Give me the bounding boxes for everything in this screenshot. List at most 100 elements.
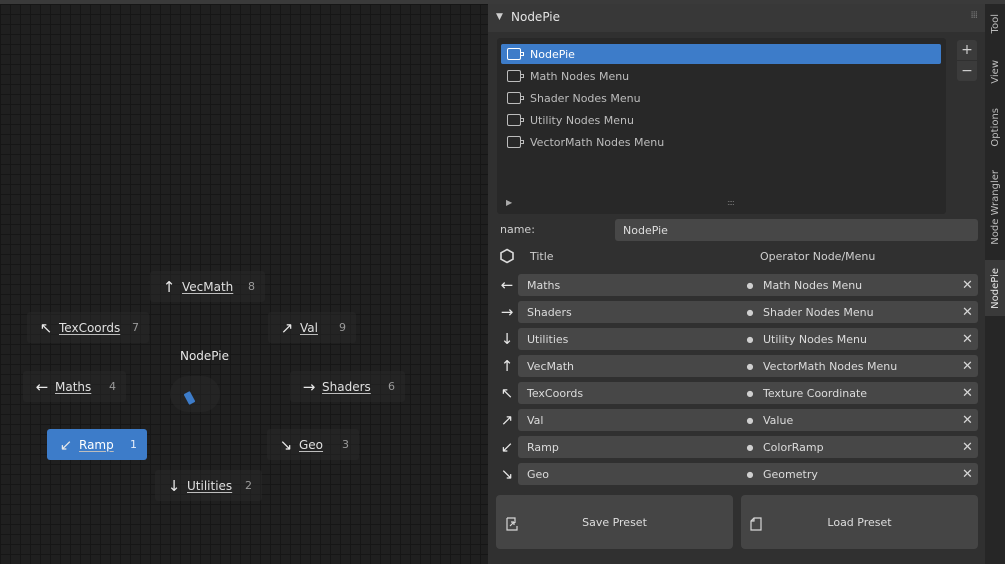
pie-item-number: 3 bbox=[342, 438, 349, 451]
pie-center bbox=[170, 376, 220, 412]
slot-operator-field[interactable]: Utility Nodes Menu bbox=[757, 328, 957, 350]
panel-title: NodePie bbox=[511, 10, 561, 24]
list-item-label: Math Nodes Menu bbox=[530, 69, 630, 83]
operator-column-header: Operator Node/Menu bbox=[760, 250, 876, 263]
pie-item-shaders[interactable]: → Shaders 6 bbox=[290, 371, 405, 402]
name-label: name: bbox=[500, 223, 535, 236]
drag-grip-icon[interactable]: ⁞⁞⁞ bbox=[970, 10, 977, 21]
tab-label: Tool bbox=[989, 14, 1001, 34]
slot-operator-field[interactable]: Value bbox=[757, 409, 957, 431]
slot-operator-field[interactable]: Shader Nodes Menu bbox=[757, 301, 957, 323]
operator-search-icon[interactable]: ● bbox=[743, 274, 757, 296]
pie-item-label: Maths bbox=[55, 379, 92, 394]
list-item[interactable]: Math Nodes Menu bbox=[501, 66, 941, 86]
operator-search-icon[interactable]: ● bbox=[743, 382, 757, 404]
pie-item-texcoords[interactable]: ↖ TexCoords 7 bbox=[27, 312, 149, 343]
arrow-up-left-icon: ↖ bbox=[500, 384, 514, 402]
slot-title-field[interactable]: Geo bbox=[518, 463, 743, 485]
slot-operator-field[interactable]: Geometry bbox=[757, 463, 957, 485]
add-preset-button[interactable]: + bbox=[957, 40, 977, 60]
menu-preset-icon bbox=[507, 48, 524, 60]
node-editor[interactable]: ↑ VecMath 8 ↖ TexCoords 7 ↗ Val 9 NodePi… bbox=[0, 4, 488, 564]
pie-item-val[interactable]: ↗ Val 9 bbox=[268, 312, 356, 343]
list-item-label: NodePie bbox=[530, 47, 575, 61]
clear-slot-button[interactable]: ✕ bbox=[957, 409, 978, 431]
tab-label: View bbox=[989, 60, 1001, 84]
pie-slot-row: ← Maths ● Math Nodes Menu ✕ bbox=[488, 274, 985, 296]
pie-item-number: 1 bbox=[130, 438, 137, 451]
arrow-down-icon: ↓ bbox=[167, 476, 181, 495]
pie-item-label: Ramp bbox=[79, 437, 114, 452]
remove-preset-button[interactable]: − bbox=[957, 61, 977, 81]
clear-slot-button[interactable]: ✕ bbox=[957, 274, 978, 296]
list-item[interactable]: Utility Nodes Menu bbox=[501, 110, 941, 130]
slot-title-field[interactable]: Val bbox=[518, 409, 743, 431]
arrow-left-icon: ← bbox=[500, 276, 514, 294]
arrow-left-icon: ← bbox=[35, 377, 49, 396]
tab-node-wrangler[interactable]: Node Wrangler bbox=[985, 162, 1005, 252]
arrow-right-icon: → bbox=[500, 303, 514, 321]
list-item[interactable]: VectorMath Nodes Menu bbox=[501, 132, 941, 152]
pie-item-label: Shaders bbox=[322, 379, 371, 394]
pie-item-number: 8 bbox=[248, 280, 255, 293]
slot-title-field[interactable]: Utilities bbox=[518, 328, 743, 350]
pie-item-geo[interactable]: ↘ Geo 3 bbox=[267, 429, 359, 460]
operator-search-icon[interactable]: ● bbox=[743, 355, 757, 377]
resize-grip-icon[interactable]: :::: bbox=[727, 198, 735, 207]
arrow-down-left-icon: ↙ bbox=[59, 435, 73, 454]
pie-menu-title: NodePie bbox=[179, 349, 229, 363]
pie-slot-row: ↙ Ramp ● ColorRamp ✕ bbox=[488, 436, 985, 458]
slot-title-field[interactable]: Shaders bbox=[518, 301, 743, 323]
slot-title-field[interactable]: TexCoords bbox=[518, 382, 743, 404]
slot-title-field[interactable]: Ramp bbox=[518, 436, 743, 458]
tab-label: NodePie bbox=[989, 267, 1001, 309]
pie-item-utilities[interactable]: ↓ Utilities 2 bbox=[155, 470, 262, 501]
collapse-triangle-icon[interactable]: ▼ bbox=[496, 12, 503, 22]
arrow-up-right-icon: ↗ bbox=[280, 318, 294, 337]
tab-view[interactable]: View bbox=[985, 52, 1005, 92]
pie-item-number: 2 bbox=[245, 479, 252, 492]
nodepie-panel: ▼ NodePie ⁞⁞⁞ NodePie Math Nodes Menu Sh… bbox=[488, 4, 985, 564]
operator-search-icon[interactable]: ● bbox=[743, 463, 757, 485]
operator-search-icon[interactable]: ● bbox=[743, 436, 757, 458]
list-item[interactable]: NodePie bbox=[501, 44, 941, 64]
slot-title-field[interactable]: Maths bbox=[518, 274, 743, 296]
name-field[interactable]: NodePie bbox=[615, 219, 978, 241]
clear-slot-button[interactable]: ✕ bbox=[957, 382, 978, 404]
preset-list[interactable]: NodePie Math Nodes Menu Shader Nodes Men… bbox=[497, 38, 946, 214]
tab-nodepie[interactable]: NodePie bbox=[985, 260, 1005, 316]
operator-search-icon[interactable]: ● bbox=[743, 301, 757, 323]
clear-slot-button[interactable]: ✕ bbox=[957, 328, 978, 350]
slot-operator-field[interactable]: Math Nodes Menu bbox=[757, 274, 957, 296]
pie-item-vecmath[interactable]: ↑ VecMath 8 bbox=[150, 271, 265, 302]
tab-label: Options bbox=[989, 107, 1001, 147]
operator-search-icon[interactable]: ● bbox=[743, 409, 757, 431]
list-item-label: Utility Nodes Menu bbox=[530, 113, 634, 127]
list-item[interactable]: Shader Nodes Menu bbox=[501, 88, 941, 108]
arrow-right-icon: → bbox=[302, 377, 316, 396]
pie-item-ramp[interactable]: ↙ Ramp 1 bbox=[47, 429, 147, 460]
pie-item-number: 4 bbox=[109, 380, 116, 393]
arrow-down-right-icon: ↘ bbox=[500, 465, 514, 483]
clear-slot-button[interactable]: ✕ bbox=[957, 355, 978, 377]
sidebar-tab-bar: Tool View Options Node Wrangler NodePie bbox=[985, 4, 1005, 564]
clear-slot-button[interactable]: ✕ bbox=[957, 436, 978, 458]
slot-title-field[interactable]: VecMath bbox=[518, 355, 743, 377]
load-preset-button[interactable]: Load Preset bbox=[741, 495, 978, 549]
clear-slot-button[interactable]: ✕ bbox=[957, 301, 978, 323]
pie-item-maths[interactable]: ← Maths 4 bbox=[23, 371, 126, 402]
operator-search-icon[interactable]: ● bbox=[743, 328, 757, 350]
clear-slot-button[interactable]: ✕ bbox=[957, 463, 978, 485]
arrow-up-icon: ↑ bbox=[162, 277, 176, 296]
save-preset-button[interactable]: Save Preset bbox=[496, 495, 733, 549]
slot-operator-field[interactable]: ColorRamp bbox=[757, 436, 957, 458]
expand-triangle-icon[interactable]: ▶ bbox=[506, 198, 512, 207]
panel-header[interactable]: ▼ NodePie ⁞⁞⁞ bbox=[488, 4, 985, 32]
tab-tool[interactable]: Tool bbox=[985, 4, 1005, 44]
tab-label: Node Wrangler bbox=[989, 169, 1001, 245]
save-preset-label: Save Preset bbox=[582, 515, 647, 529]
slot-operator-field[interactable]: VectorMath Nodes Menu bbox=[757, 355, 957, 377]
tab-options[interactable]: Options bbox=[985, 100, 1005, 154]
arrow-up-right-icon: ↗ bbox=[500, 411, 514, 429]
slot-operator-field[interactable]: Texture Coordinate bbox=[757, 382, 957, 404]
